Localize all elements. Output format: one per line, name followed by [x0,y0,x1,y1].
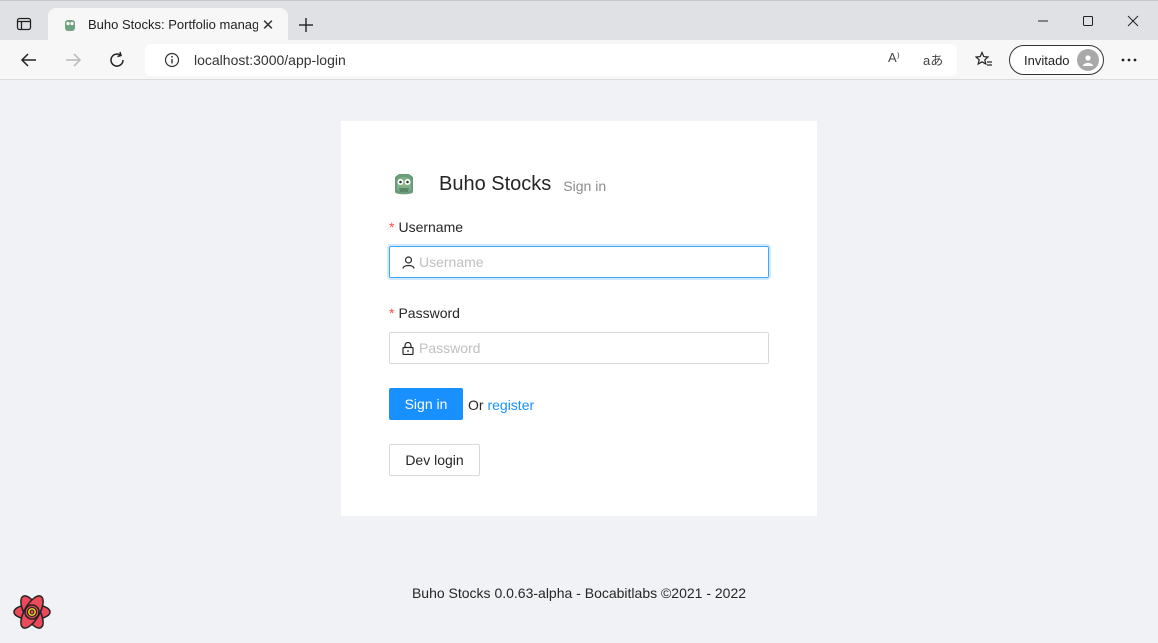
password-input[interactable] [419,340,768,356]
password-label-text: Password [398,305,460,321]
minimize-icon[interactable] [1021,1,1065,41]
brand-subtitle: Sign in [563,177,607,194]
password-label: * Password [389,305,460,321]
lock-icon [401,341,415,355]
browser-titlebar: Buho Stocks: Portfolio manager ✕ [0,0,1158,41]
browser-tab[interactable]: Buho Stocks: Portfolio manager ✕ [48,8,288,41]
new-tab-icon[interactable] [294,13,318,37]
avatar [1077,49,1099,71]
info-icon[interactable] [163,51,181,69]
url-text: localhost:3000/app-login [194,52,346,68]
password-field[interactable] [389,332,769,364]
owl-logo-icon [389,169,419,199]
tab-actions-icon[interactable] [10,12,38,36]
translate-icon[interactable]: aあ [923,50,943,69]
brand-title: Buho Stocks [439,172,552,195]
or-text: Or [468,397,484,413]
refresh-icon[interactable] [102,45,132,75]
favorites-icon[interactable] [969,45,999,75]
owl-favicon-icon [62,17,78,33]
sign-in-button[interactable]: Sign in [389,388,463,420]
tab-title: Buho Stocks: Portfolio manager [88,17,258,32]
username-field[interactable] [389,246,769,278]
username-input[interactable] [419,254,768,270]
user-icon [401,255,415,269]
address-bar[interactable]: localhost:3000/app-login [145,44,957,76]
forward-arrow-icon[interactable] [58,45,88,75]
register-link[interactable]: register [487,397,534,413]
back-arrow-icon[interactable] [14,45,44,75]
required-mark: * [389,219,395,235]
window-close-icon[interactable] [1111,1,1155,41]
footer-text: Buho Stocks 0.0.63-alpha - Bocabitlabs ©… [411,585,747,601]
username-label: * Username [389,219,463,235]
read-aloud-icon[interactable]: A⁾ [888,50,900,66]
login-card: Buho Stocks Sign in *Username *Password … [341,121,817,516]
username-label-text: Username [398,219,464,235]
profile-button[interactable]: Invitado [1009,45,1104,75]
or-register-text: Or register [468,397,534,413]
react-devtools-icon[interactable] [11,591,53,633]
browser-toolbar: localhost:3000/app-login A⁾ aあ Invitado [0,40,1158,80]
required-mark: * [389,305,395,321]
dev-login-button[interactable]: Dev login [389,444,480,476]
tab-close-icon[interactable]: ✕ [258,15,278,35]
profile-label: Invitado [1024,52,1070,68]
more-icon[interactable] [1114,45,1144,75]
brand-header: Buho Stocks Sign in [389,169,606,199]
maximize-icon[interactable] [1066,1,1110,41]
